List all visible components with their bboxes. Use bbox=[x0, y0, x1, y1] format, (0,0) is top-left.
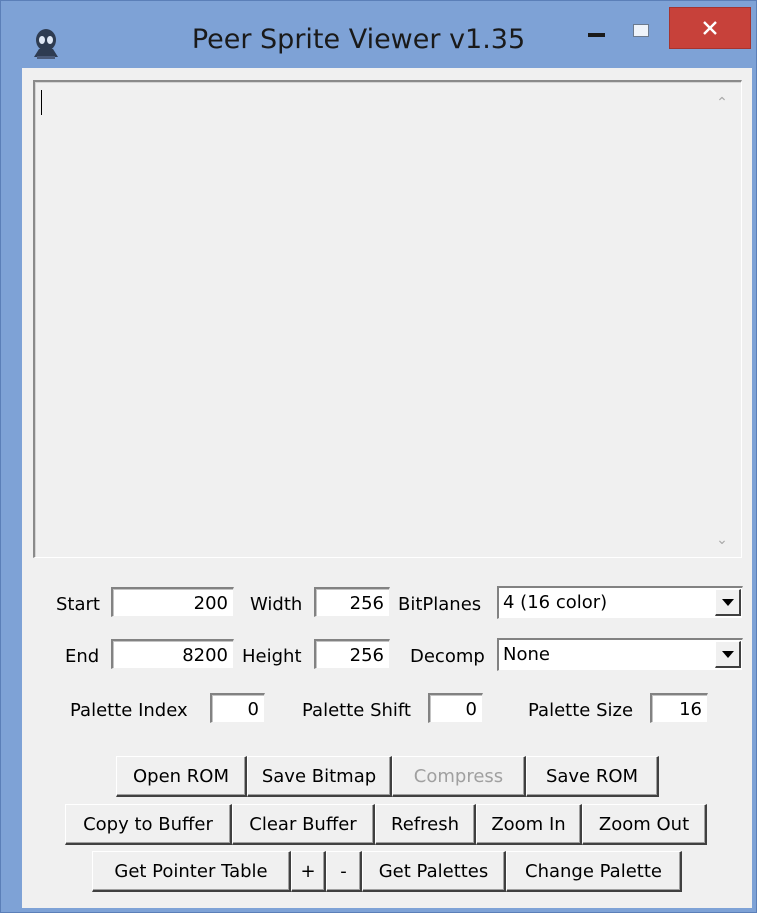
start-label: Start bbox=[56, 594, 100, 615]
close-icon bbox=[703, 21, 717, 35]
maximize-icon bbox=[633, 23, 649, 37]
bitplanes-label: BitPlanes bbox=[398, 594, 482, 615]
width-input[interactable]: 256 bbox=[314, 587, 390, 617]
height-label: Height bbox=[242, 646, 302, 667]
open-rom-button[interactable]: Open ROM bbox=[116, 756, 247, 797]
refresh-button[interactable]: Refresh bbox=[375, 804, 476, 845]
palette-index-label: Palette Index bbox=[70, 700, 188, 721]
palette-size-input[interactable]: 16 bbox=[650, 693, 708, 723]
compress-button[interactable]: Compress bbox=[392, 756, 526, 797]
palette-index-input[interactable]: 0 bbox=[210, 693, 265, 723]
minimize-icon bbox=[587, 33, 605, 37]
app-window: Peer Sprite Viewer v1.35 ⌃ ⌄ Start 200 W… bbox=[0, 0, 757, 913]
minus-button[interactable]: - bbox=[326, 851, 362, 892]
palette-shift-input[interactable]: 0 bbox=[428, 693, 483, 723]
decomp-label: Decomp bbox=[410, 646, 485, 667]
end-input[interactable]: 8200 bbox=[111, 639, 234, 669]
text-caret bbox=[41, 90, 42, 115]
plus-button[interactable]: + bbox=[291, 851, 326, 892]
change-palette-button[interactable]: Change Palette bbox=[506, 851, 682, 892]
get-palettes-button[interactable]: Get Palettes bbox=[362, 851, 506, 892]
palette-size-label: Palette Size bbox=[528, 700, 634, 721]
palette-shift-label: Palette Shift bbox=[302, 700, 411, 721]
maximize-button[interactable] bbox=[616, 7, 666, 53]
close-button[interactable] bbox=[669, 7, 751, 49]
height-input[interactable]: 256 bbox=[314, 639, 390, 669]
clear-buffer-button[interactable]: Clear Buffer bbox=[232, 804, 375, 845]
bitplanes-value: 4 (16 color) bbox=[503, 592, 608, 613]
bitplanes-select[interactable]: 4 (16 color) bbox=[497, 586, 743, 619]
get-pointer-table-button[interactable]: Get Pointer Table bbox=[92, 851, 291, 892]
bitplanes-dropdown-arrow-icon[interactable] bbox=[715, 589, 741, 616]
width-label: Width bbox=[250, 594, 303, 615]
save-bitmap-button[interactable]: Save Bitmap bbox=[247, 756, 392, 797]
scroll-down-arrow-icon[interactable]: ⌄ bbox=[713, 531, 731, 549]
output-text-area[interactable]: ⌃ ⌄ bbox=[33, 80, 742, 558]
start-input[interactable]: 200 bbox=[111, 587, 234, 617]
copy-to-buffer-button[interactable]: Copy to Buffer bbox=[65, 804, 232, 845]
zoom-in-button[interactable]: Zoom In bbox=[476, 804, 582, 845]
decomp-select[interactable]: None bbox=[497, 638, 743, 671]
zoom-out-button[interactable]: Zoom Out bbox=[582, 804, 707, 845]
end-label: End bbox=[65, 646, 100, 667]
save-rom-button[interactable]: Save ROM bbox=[526, 756, 659, 797]
scroll-up-arrow-icon[interactable]: ⌃ bbox=[713, 94, 731, 112]
decomp-dropdown-arrow-icon[interactable] bbox=[715, 641, 741, 668]
client-area: ⌃ ⌄ Start 200 Width 256 BitPlanes 4 (16 … bbox=[22, 68, 752, 908]
decomp-value: None bbox=[503, 644, 550, 665]
